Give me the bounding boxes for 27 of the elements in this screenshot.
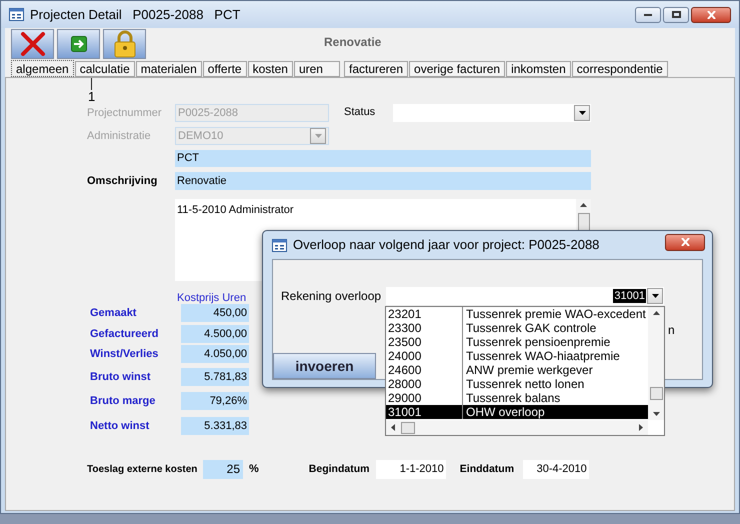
column-header: Kostprijs Uren — [177, 291, 246, 302]
field-label: Projectnummer — [87, 106, 163, 121]
label-fragment: n — [668, 322, 675, 339]
cost-value: 450,00 — [181, 304, 249, 322]
cost-value: 4.500,00 — [181, 325, 249, 343]
project-heading: Renovatie — [324, 34, 382, 51]
cost-label: Gemaakt — [89, 306, 138, 321]
unit-label: % — [249, 462, 259, 478]
dialog-title: Overloop naar volgend jaar voor project: P0025-2088 — [293, 236, 600, 254]
cost-label: Winst/Verlies — [89, 346, 160, 362]
cost-value: 79,26% — [181, 392, 249, 410]
cost-value: 4.050,00 — [181, 345, 249, 363]
callout-number: 1 — [88, 90, 96, 103]
cost-label: Bruto winst — [89, 370, 152, 385]
cost-value: 5.781,83 — [181, 368, 249, 386]
window-title: Projecten Detail P0025-2088 PCT — [30, 6, 240, 24]
cost-label: Bruto marge — [89, 394, 156, 409]
field-label: Omschrijving — [87, 174, 158, 189]
cost-label: Gefactureerd — [89, 326, 160, 342]
field-label: Einddatum — [460, 462, 516, 477]
field-label: Begindatum — [308, 462, 370, 477]
field-label: Rekening overloop — [281, 288, 382, 305]
field-label: Toeslag externe kosten — [87, 463, 198, 477]
cost-label: Netto winst — [89, 418, 150, 434]
cost-value: 5.331,83 — [181, 417, 249, 435]
field-label: Status — [344, 105, 376, 120]
field-label: Administratie — [87, 128, 152, 144]
